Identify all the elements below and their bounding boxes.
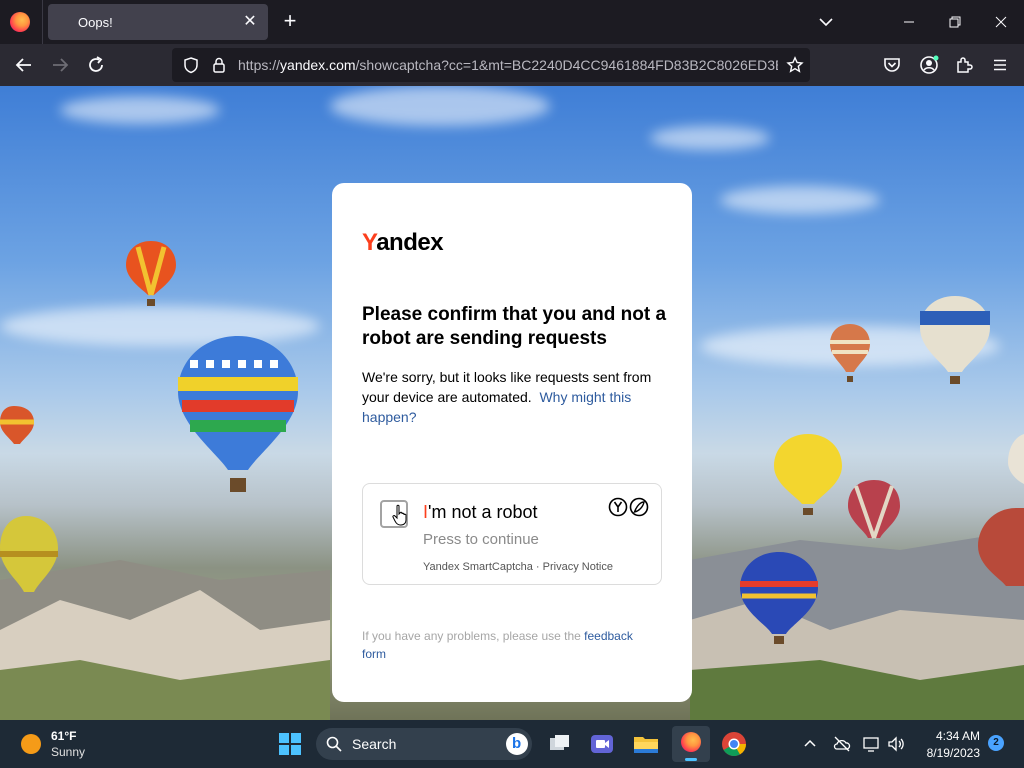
- captcha-footer: Yandex SmartCaptcha · Privacy Notice: [423, 561, 613, 573]
- problems-note: If you have any problems, please use the…: [362, 627, 652, 663]
- cloud: [330, 86, 550, 126]
- network-icon[interactable]: [862, 734, 882, 754]
- forward-arrow-icon[interactable]: [48, 53, 72, 77]
- extensions-icon[interactable]: [952, 53, 976, 77]
- taskbar-search[interactable]: Search b: [316, 728, 532, 760]
- nav-bar: https://yandex.com/showcaptcha?cc=1&mt=B…: [0, 44, 1024, 86]
- smartcaptcha-label[interactable]: Yandex SmartCaptcha: [423, 561, 533, 573]
- balloon-image: [740, 552, 818, 644]
- firefox-logo-icon[interactable]: [10, 12, 30, 32]
- balloon-image: [178, 336, 298, 492]
- balloon-image: [920, 296, 990, 384]
- press-to-continue: Press to continue: [423, 531, 539, 548]
- chevron-up-icon[interactable]: [800, 734, 820, 754]
- windows-start-icon[interactable]: [278, 732, 302, 756]
- url-bar[interactable]: https://yandex.com/showcaptcha?cc=1&mt=B…: [172, 48, 810, 82]
- balloon-image: [0, 406, 34, 444]
- hand-cursor-icon: [392, 504, 407, 526]
- active-indicator: [685, 758, 697, 761]
- lock-icon[interactable]: [210, 56, 228, 74]
- shield-icon[interactable]: [182, 56, 200, 74]
- menu-icon[interactable]: [988, 53, 1012, 77]
- cloud: [650, 126, 770, 150]
- balloon-image: [0, 516, 58, 592]
- url-text[interactable]: https://yandex.com/showcaptcha?cc=1&mt=B…: [238, 57, 778, 73]
- chevron-down-icon[interactable]: [812, 10, 840, 34]
- balloon-image: [978, 508, 1024, 586]
- teams-meet-icon[interactable]: [588, 730, 616, 758]
- bookmark-star-icon[interactable]: [786, 56, 804, 74]
- robot-label-rest: 'm not a robot: [428, 502, 538, 522]
- clock-date[interactable]: 8/19/2023: [910, 746, 980, 760]
- taskbar: 61°F Sunny Search b 4:34 AM 8/19/2023 2: [0, 720, 1024, 768]
- yandex-smartcaptcha-icon: [608, 497, 649, 517]
- robot-label[interactable]: I'm not a robot: [423, 502, 538, 523]
- separator: ·: [535, 561, 540, 573]
- firefox-taskbar-button[interactable]: [672, 726, 710, 762]
- balloon-image: [774, 434, 842, 515]
- close-window-button[interactable]: [978, 0, 1024, 44]
- search-icon: [326, 736, 342, 752]
- search-label: Search: [352, 736, 397, 752]
- task-view-icon[interactable]: [546, 730, 574, 758]
- minimize-button[interactable]: [886, 0, 932, 44]
- privacy-notice-link[interactable]: Privacy Notice: [543, 561, 613, 573]
- captcha-card: Yandex Please confirm that you and not a…: [332, 183, 692, 702]
- cloud: [60, 96, 220, 124]
- sun-icon[interactable]: [21, 734, 41, 754]
- divider: [42, 0, 43, 44]
- weather-temperature[interactable]: 61°F: [51, 729, 76, 743]
- tab-close-icon[interactable]: ✕: [240, 12, 260, 32]
- smartcaptcha-widget[interactable]: I'm not a robot Press to continue Yandex…: [362, 483, 662, 585]
- url-scheme: https://: [238, 57, 281, 73]
- cloud-offline-icon[interactable]: [832, 734, 852, 754]
- description: We're sorry, but it looks like requests …: [362, 367, 667, 427]
- url-host: yandex.com: [280, 57, 356, 73]
- chrome-icon[interactable]: [720, 730, 748, 758]
- file-explorer-icon[interactable]: [632, 730, 660, 758]
- firefox-icon: [681, 732, 701, 752]
- balloon-image: [126, 241, 176, 306]
- logo-letter: Y: [362, 229, 377, 256]
- yandex-logo[interactable]: Yandex: [362, 229, 444, 257]
- tab-bar: Oops! ✕ +: [0, 0, 1024, 44]
- balloon-image: [848, 480, 900, 539]
- weather-condition[interactable]: Sunny: [51, 745, 85, 759]
- url-path: /showcaptcha?cc=1&mt=BC2240D4CC9461884FD…: [355, 57, 778, 73]
- page-background: Yandex Please confirm that you and not a…: [0, 86, 1024, 720]
- reload-icon[interactable]: [84, 53, 108, 77]
- notification-badge[interactable]: 2: [988, 735, 1004, 751]
- clock-time[interactable]: 4:34 AM: [920, 729, 980, 743]
- tab-title: Oops!: [78, 15, 113, 30]
- balloon-image: [1008, 434, 1024, 484]
- pocket-icon[interactable]: [880, 53, 904, 77]
- account-icon[interactable]: [917, 53, 941, 77]
- problems-text: If you have any problems, please use the: [362, 629, 581, 643]
- new-tab-button[interactable]: +: [278, 10, 302, 34]
- back-arrow-icon[interactable]: [12, 53, 36, 77]
- logo-rest: andex: [376, 229, 444, 256]
- restore-button[interactable]: [932, 0, 978, 44]
- balloon-image: [830, 324, 870, 382]
- speaker-icon[interactable]: [886, 734, 906, 754]
- cloud: [720, 186, 880, 214]
- bing-icon[interactable]: b: [506, 733, 528, 755]
- page-title: Please confirm that you and not a robot …: [362, 304, 667, 349]
- tab-active[interactable]: Oops! ✕: [48, 4, 268, 40]
